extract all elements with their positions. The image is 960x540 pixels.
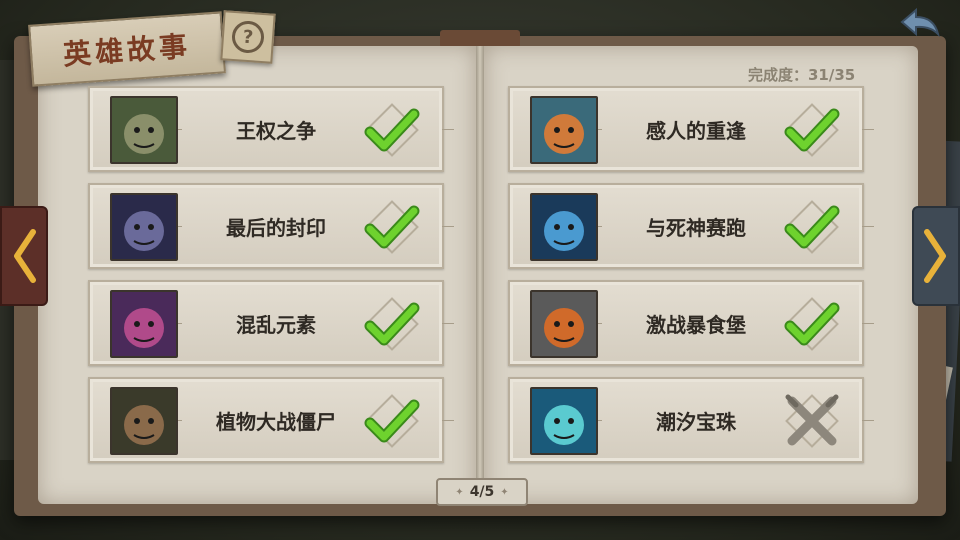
page-indicator-text: 4/5 <box>469 484 495 500</box>
checkmark-icon <box>360 98 424 162</box>
book-spine <box>476 46 484 504</box>
page-title: 英雄故事 <box>62 29 193 72</box>
prev-page-button[interactable] <box>0 206 48 306</box>
checkmark-icon <box>360 292 424 356</box>
ogre-portrait <box>530 290 598 358</box>
next-page-button[interactable] <box>912 206 960 306</box>
chevron-right-icon <box>924 229 946 283</box>
story-title: 感人的重逢 <box>646 118 746 143</box>
page-indicator: 4/5 <box>436 478 528 506</box>
checkmark-icon <box>780 195 844 259</box>
zombie-pirate-portrait <box>110 387 178 455</box>
back-button[interactable] <box>898 6 944 42</box>
question-icon: ? <box>230 19 266 55</box>
checkmark-icon <box>360 195 424 259</box>
story-title: 潮汐宝珠 <box>656 409 736 434</box>
dark-knight-portrait <box>110 193 178 261</box>
story-row[interactable]: 潮汐宝珠 <box>508 377 874 463</box>
back-arrow-icon <box>900 7 940 38</box>
lightning-spirit-portrait <box>530 193 598 261</box>
checkmark-icon <box>780 292 844 356</box>
story-row[interactable]: 植物大战僵尸 <box>88 377 454 463</box>
story-row[interactable]: 与死神赛跑 <box>508 183 874 269</box>
checkmark-icon <box>360 389 424 453</box>
story-row[interactable]: 感人的重逢 <box>508 86 874 172</box>
story-row[interactable]: 激战暴食堡 <box>508 280 874 366</box>
story-row[interactable]: 王权之争 <box>88 86 454 172</box>
dwarf-portrait <box>530 96 598 164</box>
tree-king-portrait <box>110 96 178 164</box>
story-title: 王权之争 <box>236 118 316 143</box>
help-button[interactable]: ? <box>220 10 276 64</box>
story-title: 最后的封印 <box>226 215 326 240</box>
crossed-swords-icon <box>780 389 844 453</box>
chaos-mage-portrait <box>110 290 178 358</box>
chevron-left-icon <box>14 229 36 283</box>
checkmark-icon <box>780 98 844 162</box>
story-row[interactable]: 混乱元素 <box>88 280 454 366</box>
story-title: 与死神赛跑 <box>646 215 746 240</box>
story-title: 激战暴食堡 <box>646 312 746 337</box>
story-row[interactable]: 最后的封印 <box>88 183 454 269</box>
sea-serpent-portrait <box>530 387 598 455</box>
story-title: 植物大战僵尸 <box>216 409 336 434</box>
story-title: 混乱元素 <box>236 312 316 337</box>
completion-progress: 完成度：31/35 <box>748 66 856 84</box>
